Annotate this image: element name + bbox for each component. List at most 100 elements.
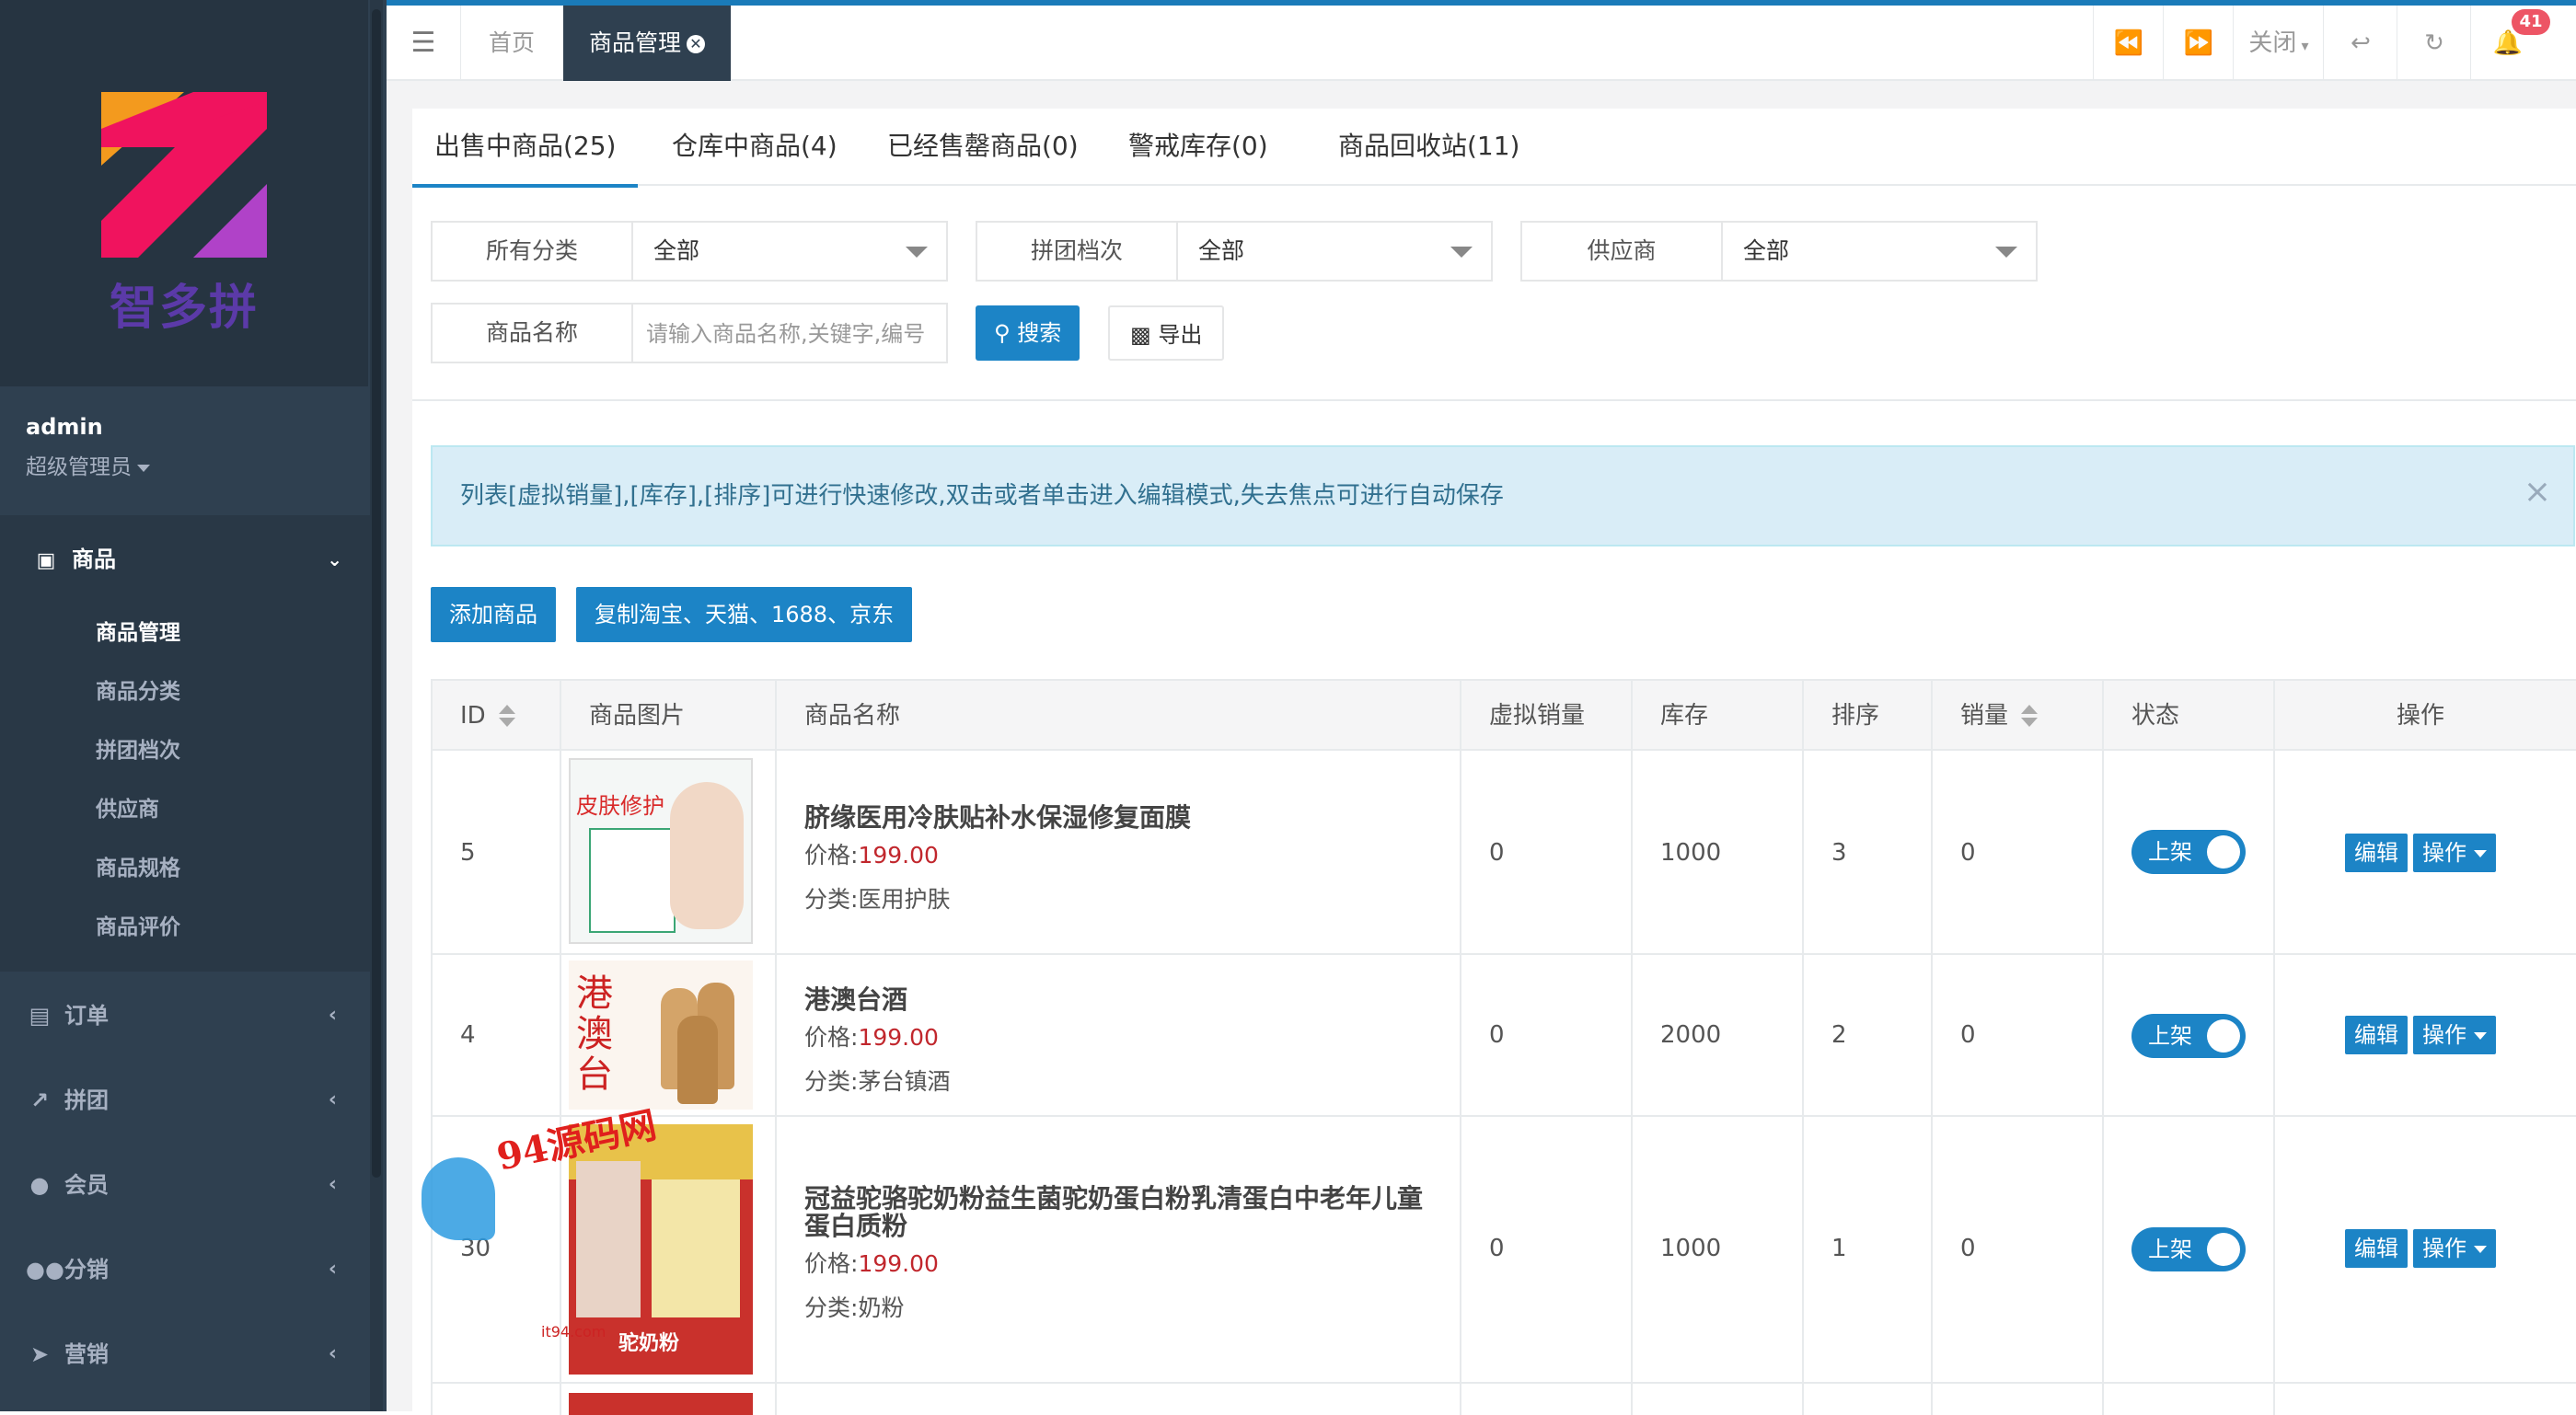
reply-icon: ↩	[2351, 29, 2371, 57]
row-id: 30	[460, 1235, 491, 1262]
sidebar-item-members[interactable]: ● 会员 ‹	[0, 1143, 370, 1227]
status-toggle[interactable]: 上架	[2131, 830, 2246, 874]
back-button[interactable]: ↩	[2323, 6, 2397, 81]
notification-badge: 41	[2512, 9, 2550, 35]
product-info: 冠益驼骆驼奶粉益生菌驼奶蛋白粉乳清蛋白中老年儿童蛋白质粉 价格:199.00 分…	[804, 1185, 1439, 1323]
user-role-dropdown[interactable]: 超级管理员	[26, 449, 150, 480]
virtual-sales-cell[interactable]: 0	[1489, 1021, 1505, 1049]
sidebar-item-distribution[interactable]: ●●分销 ‹	[0, 1227, 370, 1312]
operation-dropdown[interactable]: 操作	[2413, 1016, 2496, 1054]
price-value: 199.00	[858, 842, 939, 869]
th-sales[interactable]: 销量	[1960, 681, 2039, 751]
tab-sold-out[interactable]: 已经售罄商品(0)	[887, 109, 1079, 184]
sidebar-item-goods-manage[interactable]: 商品管理	[0, 604, 370, 662]
sidebar-item-goods-spec[interactable]: 商品规格	[0, 839, 370, 898]
supplier-filter-value: 全部	[1743, 237, 1790, 264]
product-price: 价格:199.00	[804, 1246, 1439, 1279]
backward-icon: ⏪	[2113, 29, 2144, 57]
user-profile[interactable]: admin 超级管理员	[26, 414, 150, 480]
scroll-tabs-right-button[interactable]: ⏩	[2163, 6, 2234, 81]
stock-cell[interactable]: 1000	[1660, 1235, 1721, 1262]
product-name: 脐缘医用冷肤贴补水保湿修复面膜	[804, 802, 1192, 833]
toggle-knob	[2207, 835, 2240, 869]
tab-on-sale[interactable]: 出售中商品(25)	[412, 109, 639, 188]
supplier-filter[interactable]: 供应商 全部	[1520, 221, 2038, 282]
status-toggle[interactable]: 上架	[2131, 1227, 2246, 1271]
nav-goods-header[interactable]: ▣ 商品 ⌄	[0, 515, 370, 604]
stock-cell[interactable]: 2000	[1660, 1021, 1721, 1049]
price-value: 199.00	[858, 1250, 939, 1277]
search-button[interactable]: ⚲ 搜索	[976, 305, 1080, 361]
sales-cell: 0	[1960, 1021, 1976, 1049]
th-virtual-sales: 虚拟销量	[1489, 702, 1586, 730]
sidebar-item-group-buy[interactable]: ↗ 拼团 ‹	[0, 1058, 370, 1143]
operation-label: 操作	[2422, 840, 2466, 866]
sidebar-item-group-tier[interactable]: 拼团档次	[0, 721, 370, 780]
tab-stock-warning[interactable]: 警戒库存(0)	[1128, 109, 1268, 184]
laptop-icon: ▣	[36, 549, 56, 572]
sidebar-scroll-thumb[interactable]	[372, 9, 381, 1178]
tab-in-warehouse[interactable]: 仓库中商品(4)	[672, 109, 837, 184]
sort-cell[interactable]: 3	[1831, 839, 1847, 867]
menu-toggle-button[interactable]: ☰	[387, 6, 461, 81]
scroll-tabs-left-button[interactable]: ⏪	[2093, 6, 2164, 81]
virtual-sales-cell[interactable]: 0	[1489, 1235, 1505, 1262]
toggle-knob	[2207, 1019, 2240, 1053]
caret-down-icon: ▾	[2296, 37, 2309, 54]
status-toggle-label: 上架	[2148, 839, 2192, 865]
product-image[interactable]: 港澳台	[569, 961, 753, 1110]
tier-filter[interactable]: 拼团档次 全部	[976, 221, 1493, 282]
sidebar-item-marketing-label: 营销	[64, 1341, 109, 1367]
document-icon: ▤	[29, 1003, 51, 1029]
sidebar-item-goods-category[interactable]: 商品分类	[0, 662, 370, 721]
product-image[interactable]	[569, 1393, 753, 1415]
nav-group-goods: ▣ 商品 ⌄ 商品管理 商品分类 拼团档次 供应商 商品规格 商品评价	[0, 515, 370, 972]
edit-button[interactable]: 编辑	[2345, 834, 2408, 872]
chevron-left-icon: ‹	[328, 1004, 337, 1027]
product-image[interactable]: 驼奶粉	[569, 1124, 753, 1375]
notifications-button[interactable]: 🔔 41	[2470, 6, 2550, 81]
sidebar-item-goods-review[interactable]: 商品评价	[0, 898, 370, 957]
tier-filter-value: 全部	[1198, 237, 1245, 264]
virtual-sales-cell[interactable]: 0	[1489, 839, 1505, 867]
status-toggle[interactable]: 上架	[2131, 1014, 2246, 1058]
close-alert-icon[interactable]: ×	[2524, 473, 2551, 511]
close-tabs-dropdown[interactable]: 关闭 ▾	[2233, 6, 2324, 81]
product-info: 港澳台酒 价格:199.00 分类:茅台镇酒	[804, 986, 1439, 1097]
sort-cell[interactable]: 2	[1831, 1021, 1847, 1049]
tab-home[interactable]: 首页	[460, 6, 564, 81]
hamburger-icon: ☰	[410, 27, 436, 59]
tab-recycle-bin[interactable]: 商品回收站(11)	[1338, 109, 1519, 184]
th-id[interactable]: ID	[460, 681, 515, 751]
stock-cell[interactable]: 1000	[1660, 839, 1721, 867]
table-row: 30 驼奶粉 冠益驼骆驼奶粉益生菌驼奶蛋白粉乳清蛋白中老年儿童蛋白质粉 价格:1…	[433, 1117, 2576, 1384]
edit-button[interactable]: 编辑	[2345, 1229, 2408, 1268]
sidebar-item-supplier[interactable]: 供应商	[0, 780, 370, 839]
edit-button[interactable]: 编辑	[2345, 1016, 2408, 1054]
sales-cell: 0	[1960, 839, 1976, 867]
copy-goods-button[interactable]: 复制淘宝、天猫、1688、京东	[576, 587, 913, 642]
dropdown-arrow-icon	[1450, 247, 1473, 258]
th-stock: 库存	[1660, 702, 1709, 730]
category-filter[interactable]: 所有分类 全部	[431, 221, 948, 282]
operation-dropdown[interactable]: 操作	[2413, 834, 2496, 872]
operation-dropdown[interactable]: 操作	[2413, 1229, 2496, 1268]
export-button[interactable]: ▩ 导出	[1108, 305, 1225, 361]
add-goods-button[interactable]: 添加商品	[431, 587, 556, 642]
category-value: 奶粉	[858, 1294, 905, 1321]
goods-name-input[interactable]	[644, 312, 942, 356]
nav-goods-label: 商品	[72, 546, 116, 572]
product-image[interactable]: 皮肤修护	[569, 758, 753, 944]
sidebar-item-orders[interactable]: ▤ 订单 ‹	[0, 973, 370, 1058]
th-operation: 操作	[2397, 702, 2445, 730]
chevron-left-icon: ‹	[328, 1258, 337, 1281]
sidebar-item-marketing[interactable]: ➤ 营销 ‹	[0, 1312, 370, 1397]
status-toggle-label: 上架	[2148, 1237, 2192, 1262]
user-name: admin	[26, 414, 103, 440]
sidebar: 智多拼 admin 超级管理员 ▣ 商品 ⌄ 商品管理 商品分类 拼团档次 供应商…	[0, 0, 387, 1411]
sort-cell[interactable]: 1	[1831, 1235, 1847, 1262]
tab-goods-manage[interactable]: 商品管理 ✕	[563, 6, 731, 81]
user-icon: ●	[29, 1172, 50, 1198]
refresh-button[interactable]: ↻	[2397, 6, 2471, 81]
close-tab-icon[interactable]: ✕	[687, 35, 705, 53]
